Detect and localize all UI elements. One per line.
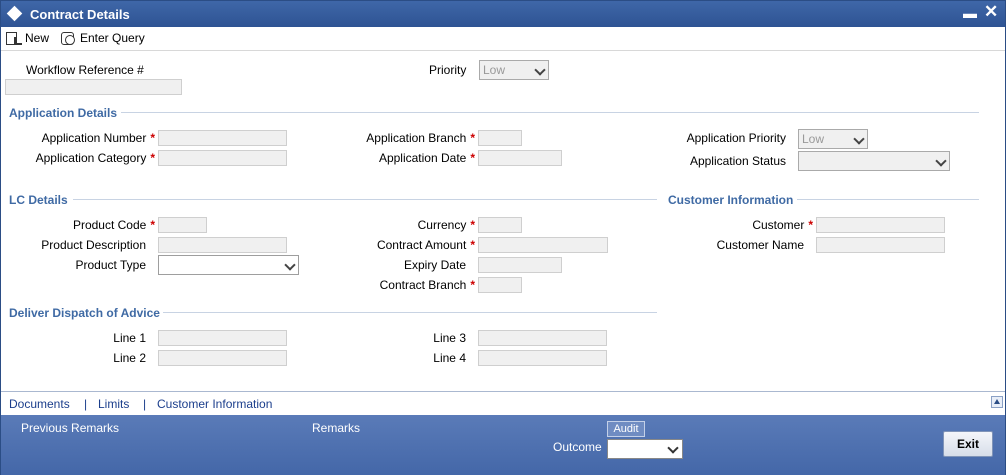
product-description-input[interactable] [158,237,287,253]
outcome-label: Outcome [553,440,602,454]
application-details-divider [121,112,979,113]
scroll-up-icon[interactable] [991,396,1003,408]
line3-input[interactable] [478,330,607,346]
product-description-label: Product Description [41,238,146,252]
customer-information-link[interactable]: Customer Information [157,397,272,411]
deliver-dispatch-heading: Deliver Dispatch of Advice [9,306,160,320]
application-date-label: Application Date * [378,151,475,165]
remarks-label[interactable]: Remarks [312,421,360,435]
application-number-input[interactable] [158,130,287,146]
customer-information-divider [797,199,979,200]
customer-input[interactable] [816,217,945,233]
chevron-down-icon [667,442,679,454]
application-status-select[interactable] [798,151,950,171]
documents-link[interactable]: Documents [9,397,70,411]
product-type-select[interactable] [158,255,299,275]
chevron-down-icon [853,133,865,145]
exit-button[interactable]: Exit [943,431,993,457]
application-status-label: Application Status [689,154,786,168]
line1-label: Line 1 [113,331,146,345]
contract-amount-input[interactable] [478,237,608,253]
title-bar: Contract Details ▬ ✕ [1,1,1005,27]
product-code-label: Product Code * [72,218,155,232]
audit-button[interactable]: Audit [607,421,645,437]
customer-name-input[interactable] [816,237,945,253]
expiry-date-input[interactable] [478,257,562,273]
currency-label: Currency * [417,218,475,232]
application-details-heading: Application Details [9,106,118,120]
priority-select[interactable]: Low [479,60,549,80]
chevron-down-icon [284,259,296,271]
deliver-dispatch-divider [163,312,657,313]
line4-label: Line 4 [433,351,466,365]
lc-details-divider [73,199,657,200]
contract-amount-label: Contract Amount * [376,238,475,252]
enter-query-label: Enter Query [80,31,145,45]
contract-branch-label: Contract Branch * [379,278,475,292]
application-branch-input[interactable] [478,130,522,146]
application-category-label: Application Category * [35,151,155,165]
lc-details-heading: LC Details [9,193,68,207]
subscreen-links-bar: Documents | Limits | Customer Informatio… [1,391,1005,415]
link-separator: | [143,397,147,411]
contract-branch-input[interactable] [478,277,522,293]
link-separator: | [84,397,88,411]
contract-details-window: Contract Details ▬ ✕ New Enter Query Wor… [0,0,1006,475]
close-icon[interactable]: ✕ [984,2,998,22]
priority-select-value: Low [483,63,506,77]
limits-link[interactable]: Limits [98,397,129,411]
priority-label: Priority [429,63,467,77]
chevron-down-icon [935,155,947,167]
line2-input[interactable] [158,350,287,366]
currency-input[interactable] [478,217,522,233]
product-code-input[interactable] [158,217,207,233]
line2-label: Line 2 [113,351,146,365]
workflow-reference-input[interactable] [5,79,182,95]
new-button[interactable]: New [5,29,49,47]
previous-remarks-label[interactable]: Previous Remarks [21,421,119,435]
outcome-select[interactable] [607,439,683,459]
product-type-label: Product Type [75,258,147,272]
application-priority-value: Low [802,132,825,146]
line3-label: Line 3 [433,331,466,345]
chevron-down-icon [534,64,546,76]
line1-input[interactable] [158,330,287,346]
new-document-icon [5,31,22,45]
window-title: Contract Details [30,7,130,22]
query-icon [60,31,76,45]
new-button-label: New [25,31,50,45]
workflow-reference-label: Workflow Reference # [26,63,144,77]
enter-query-button[interactable]: Enter Query [60,29,145,47]
window-diamond-icon [6,5,23,22]
customer-information-heading: Customer Information [668,193,794,207]
line4-input[interactable] [478,350,607,366]
application-priority-label: Application Priority [686,131,786,145]
application-number-label: Application Number * [41,131,155,145]
application-date-input[interactable] [478,150,562,166]
application-branch-label: Application Branch * [366,131,475,145]
toolbar: New Enter Query [1,27,1005,51]
minimize-icon[interactable]: ▬ [963,5,977,21]
expiry-date-label: Expiry Date [403,258,466,272]
application-category-input[interactable] [158,150,287,166]
application-priority-select[interactable]: Low [798,129,868,149]
customer-label: Customer * [752,218,813,232]
footer-panel: Previous Remarks Remarks Audit Outcome E… [1,415,1005,475]
customer-name-label: Customer Name [716,238,804,252]
